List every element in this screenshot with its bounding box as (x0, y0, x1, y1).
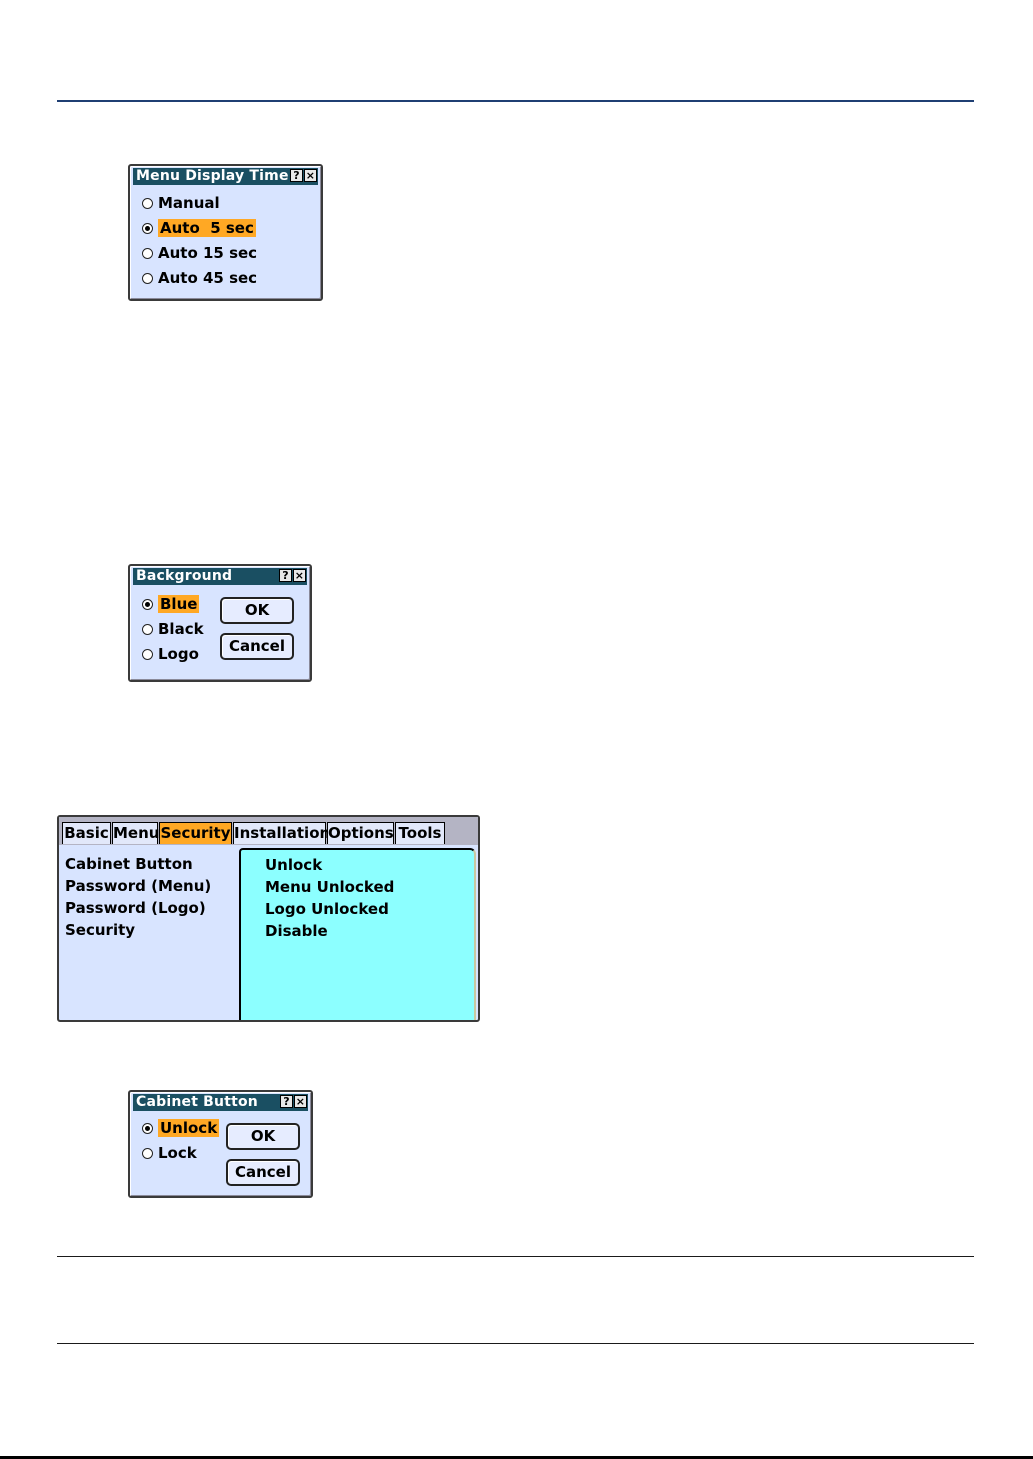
radio-selected-icon (142, 222, 153, 234)
option-auto-15-sec[interactable]: Auto 15 sec (142, 243, 257, 263)
option-blue[interactable]: Blue (142, 594, 200, 614)
radio-icon (142, 197, 153, 209)
option-label: Unlock (158, 1119, 220, 1137)
option-label: Auto 45 sec (158, 269, 258, 287)
dialog-title: Menu Display Time (136, 168, 289, 184)
dialog-title: Cabinet Button (136, 1094, 258, 1110)
tab-tools[interactable]: Tools (395, 822, 445, 844)
radio-selected-icon (142, 598, 153, 610)
option-label: Auto 15 sec (158, 244, 258, 262)
menu-display-time-dialog: Menu Display Time ? × Manual Auto 5 sec … (128, 164, 323, 301)
radio-icon (142, 648, 153, 660)
option-label: Blue (158, 595, 200, 613)
menu-item-security[interactable]: Security (65, 921, 135, 939)
option-auto-5-sec[interactable]: Auto 5 sec (142, 218, 256, 238)
radio-icon (142, 247, 153, 259)
menu-item-password-logo[interactable]: Password (Logo) (65, 899, 206, 917)
radio-icon (142, 272, 153, 284)
menu-item-cabinet-button[interactable]: Cabinet Button (65, 855, 193, 873)
divider-rule (57, 1256, 974, 1257)
tab-security[interactable]: Security (159, 822, 232, 844)
value-security: Disable (265, 922, 328, 940)
option-manual[interactable]: Manual (142, 193, 220, 213)
radio-selected-icon (142, 1122, 153, 1134)
option-label: Manual (158, 194, 220, 212)
tab-strip: Basic Menu Security Installation Options… (59, 817, 478, 845)
dialog-title-bar: Cabinet Button ? × (133, 1094, 308, 1111)
cabinet-button-dialog: Cabinet Button ? × Unlock Lock OK Cancel (128, 1090, 313, 1198)
radio-icon (142, 1147, 153, 1159)
option-unlock[interactable]: Unlock (142, 1118, 220, 1138)
tab-basic[interactable]: Basic (62, 822, 111, 844)
value-cabinet-button: Unlock (265, 856, 323, 874)
dialog-title: Background (136, 568, 233, 584)
help-icon[interactable]: ? (279, 569, 292, 582)
tab-menu[interactable]: Menu (112, 822, 159, 844)
dialog-title-bar: Background ? × (133, 568, 307, 585)
security-menu-panel: Basic Menu Security Installation Options… (57, 815, 480, 1022)
background-dialog: Background ? × Blue Black Logo OK Cancel (128, 564, 312, 682)
dialog-title-bar: Menu Display Time ? × (133, 168, 318, 185)
header-rule (57, 100, 974, 102)
option-black[interactable]: Black (142, 619, 204, 639)
close-icon[interactable]: × (304, 169, 317, 182)
values-pane: Unlock Menu Unlocked Logo Unlocked Disab… (239, 848, 476, 1020)
close-icon[interactable]: × (294, 1095, 307, 1108)
option-logo[interactable]: Logo (142, 644, 199, 664)
tab-installation[interactable]: Installation (233, 822, 330, 844)
option-auto-45-sec[interactable]: Auto 45 sec (142, 268, 257, 288)
tab-options[interactable]: Options (327, 822, 394, 844)
help-icon[interactable]: ? (280, 1095, 293, 1108)
divider-rule (57, 1343, 974, 1344)
cancel-button[interactable]: Cancel (226, 1159, 300, 1186)
option-lock[interactable]: Lock (142, 1143, 197, 1163)
option-label: Logo (158, 645, 199, 663)
menu-item-password-menu[interactable]: Password (Menu) (65, 877, 211, 895)
close-icon[interactable]: × (293, 569, 306, 582)
ok-button[interactable]: OK (220, 597, 294, 624)
value-password-logo: Logo Unlocked (265, 900, 389, 918)
value-password-menu: Menu Unlocked (265, 878, 395, 896)
option-label: Lock (158, 1144, 197, 1162)
ok-button[interactable]: OK (226, 1123, 300, 1150)
radio-icon (142, 623, 153, 635)
cancel-button[interactable]: Cancel (220, 633, 294, 660)
option-label: Auto 5 sec (158, 219, 256, 237)
help-icon[interactable]: ? (290, 169, 303, 182)
option-label: Black (158, 620, 204, 638)
